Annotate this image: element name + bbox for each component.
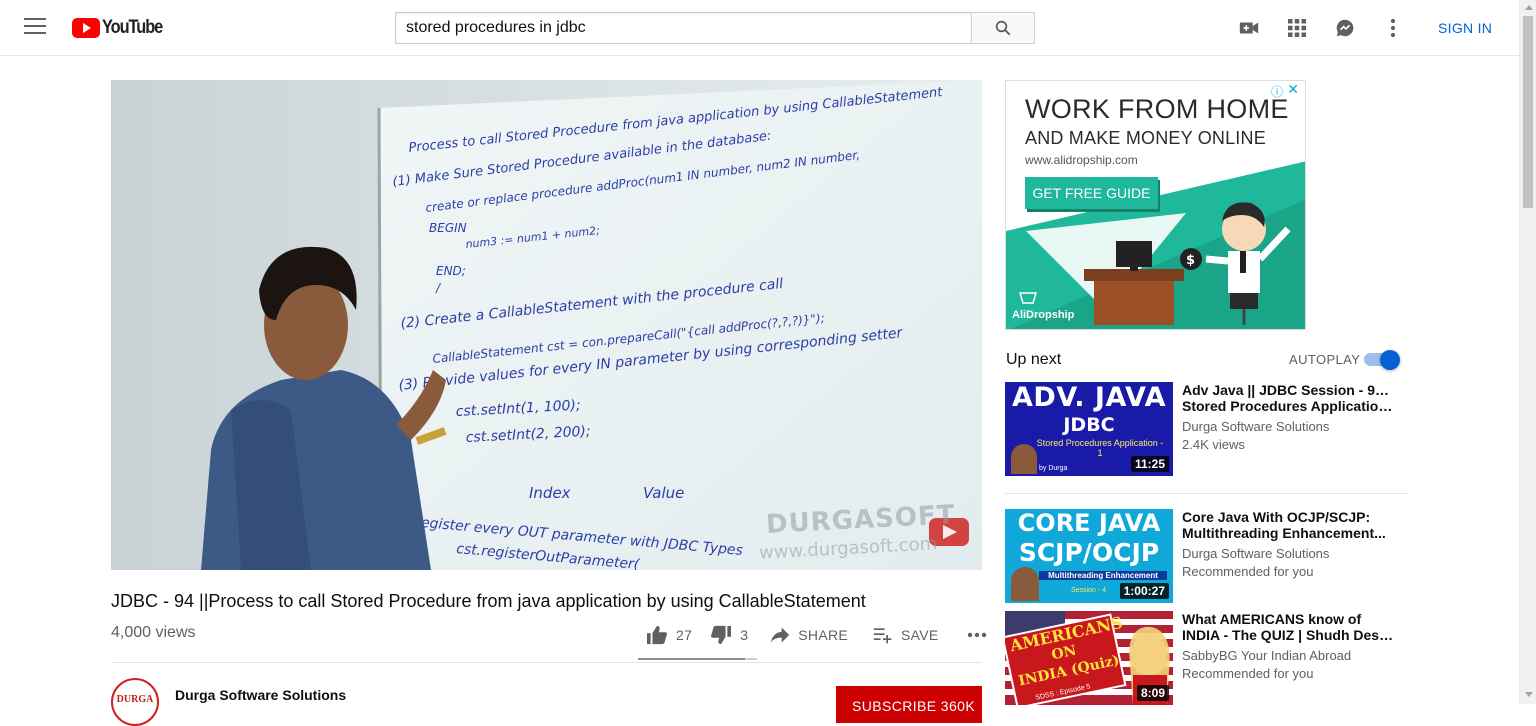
close-icon[interactable]: ✕ xyxy=(1287,81,1299,98)
rec-title-line2: INDIA - The QUIZ | Shudh Desi... xyxy=(1182,627,1394,643)
share-icon xyxy=(771,627,790,643)
whiteboard-line: BEGIN xyxy=(429,221,467,235)
channel-avatar-text: DURGA xyxy=(116,694,154,705)
search-input[interactable] xyxy=(395,12,971,44)
video-title: JDBC - 94 ||Process to call Stored Proce… xyxy=(111,591,866,611)
rec-channel: Durga Software Solutions xyxy=(1182,419,1330,434)
like-button[interactable]: 27 xyxy=(646,625,692,645)
ad-subheadline: AND MAKE MONEY ONLINE xyxy=(1025,128,1266,148)
video-thumbnail: ADV. JAVA JDBC Stored Procedures Applica… xyxy=(1005,382,1173,476)
rec-channel: Durga Software Solutions xyxy=(1182,546,1330,561)
info-icon[interactable]: ⓘ xyxy=(1271,83,1283,100)
rec-title-line1: Adv Java || JDBC Session - 95 || xyxy=(1182,382,1394,398)
thumb-by: by Durga xyxy=(1039,465,1068,472)
recommended-video[interactable]: AMERICANS ON INDIA (Quiz) SDSS : Episode… xyxy=(1005,611,1408,707)
rec-title-line2: Stored Procedures Application... xyxy=(1182,398,1394,414)
divider xyxy=(111,662,982,663)
menu-icon[interactable] xyxy=(24,18,46,38)
ad-cta-button[interactable]: GET FREE GUIDE xyxy=(1025,177,1158,209)
sentiment-bar xyxy=(638,658,757,660)
rec-title: Adv Java || JDBC Session - 95 || Stored … xyxy=(1182,382,1394,414)
video-duration: 11:25 xyxy=(1130,456,1169,472)
youtube-play-icon xyxy=(72,18,100,38)
subscribe-button[interactable]: SUBSCRIBE 360K xyxy=(836,686,982,723)
rec-title: Core Java With OCJP/SCJP: Multithreading… xyxy=(1182,509,1394,541)
scroll-up-icon[interactable] xyxy=(1525,5,1533,10)
whiteboard-line: END; xyxy=(436,264,466,278)
video-frame: Process to call Stored Procedure from ja… xyxy=(111,80,982,570)
dislike-button[interactable]: 3 xyxy=(710,625,748,645)
ad-brand: AliDropship xyxy=(1012,309,1075,321)
search-icon xyxy=(995,20,1011,36)
search-bar xyxy=(395,12,1035,44)
thumb-by: Session - 4 xyxy=(1071,587,1107,594)
ad-banner[interactable]: $ WORK FROM HOME AND MAKE MONEY ONLINE w… xyxy=(1005,80,1306,330)
rec-meta: Recommended for you xyxy=(1182,564,1314,579)
more-horiz-icon xyxy=(967,632,986,638)
thumb-subtitle: SCJP/OCJP xyxy=(1018,538,1160,567)
thumb-caption: Stored Procedures Application - 1 xyxy=(1036,438,1164,458)
thumb-title: ADV. JAVA xyxy=(1012,382,1166,413)
dislike-count: 3 xyxy=(740,627,749,643)
more-vert-icon[interactable] xyxy=(1381,16,1405,40)
rec-title-line1: What AMERICANS know of xyxy=(1182,611,1362,627)
share-label: SHARE xyxy=(798,627,849,643)
recommended-video[interactable]: CORE JAVA SCJP/OCJP Multithreading Enhan… xyxy=(1005,509,1408,605)
svg-text:$: $ xyxy=(1186,253,1195,268)
whiteboard-line: Index xyxy=(529,484,571,502)
playlist-add-icon xyxy=(873,628,892,644)
thumb-person xyxy=(1011,444,1037,474)
rec-meta: 2.4K views xyxy=(1182,437,1245,452)
search-button[interactable] xyxy=(971,12,1035,44)
save-button[interactable]: SAVE xyxy=(873,626,939,644)
save-label: SAVE xyxy=(901,627,939,643)
apps-grid-icon[interactable] xyxy=(1285,16,1309,40)
up-next-label: Up next xyxy=(1006,351,1062,368)
thumb-down-icon xyxy=(711,625,732,645)
channel-avatar[interactable]: DURGA xyxy=(111,678,159,726)
recommended-video[interactable]: ADV. JAVA JDBC Stored Procedures Applica… xyxy=(1005,382,1408,478)
masthead: YouTube SIGN IN xyxy=(0,0,1520,56)
thumb-person xyxy=(1011,567,1039,601)
scroll-down-icon[interactable] xyxy=(1525,692,1533,697)
video-thumbnail: AMERICANS ON INDIA (Quiz) SDSS : Episode… xyxy=(1005,611,1173,705)
video-thumbnail: CORE JAVA SCJP/OCJP Multithreading Enhan… xyxy=(1005,509,1173,603)
video-player[interactable]: Process to call Stored Procedure from ja… xyxy=(111,80,982,570)
sign-in-button[interactable]: SIGN IN xyxy=(1428,16,1502,40)
rec-channel: SabbyBG Your Indian Abroad xyxy=(1182,648,1352,663)
divider xyxy=(1005,493,1408,494)
video-duration: 1:00:27 xyxy=(1119,583,1169,599)
thumb-title: CORE JAVA xyxy=(1017,509,1161,537)
ad-url: www.alidropship.com xyxy=(1025,153,1138,167)
scroll-thumb[interactable] xyxy=(1523,16,1533,208)
more-actions-button[interactable] xyxy=(967,632,995,638)
messages-icon[interactable] xyxy=(1333,16,1357,40)
rec-title: What AMERICANS know of INDIA - The QUIZ … xyxy=(1182,611,1394,643)
thumb-up-icon xyxy=(647,625,667,645)
channel-name[interactable]: Durga Software Solutions xyxy=(175,687,346,703)
whiteboard-line: Value xyxy=(643,484,684,502)
create-video-icon[interactable] xyxy=(1237,16,1261,40)
share-button[interactable]: SHARE xyxy=(770,626,848,644)
rec-title-line1: Core Java With OCJP/SCJP: xyxy=(1182,509,1371,525)
view-count: 4,000 views xyxy=(111,624,196,641)
rec-title-line2: Multithreading Enhancement... xyxy=(1182,525,1386,541)
autoplay-label: AUTOPLAY xyxy=(1289,352,1361,367)
rec-meta: Recommended for you xyxy=(1182,666,1314,681)
like-count: 27 xyxy=(676,627,693,643)
ad-headline: WORK FROM HOME xyxy=(1025,94,1289,124)
video-duration: 8:09 xyxy=(1136,685,1169,701)
youtube-wordmark: YouTube xyxy=(102,17,163,38)
video-actions: 27 3 SHARE SAVE xyxy=(638,620,995,650)
thumb-caption: Multithreading Enhancement xyxy=(1039,571,1167,580)
youtube-logo[interactable]: YouTube xyxy=(72,17,172,38)
autoplay-toggle[interactable] xyxy=(1362,350,1400,370)
page-scrollbar[interactable] xyxy=(1519,0,1536,704)
thumb-subtitle: JDBC xyxy=(1063,414,1115,436)
